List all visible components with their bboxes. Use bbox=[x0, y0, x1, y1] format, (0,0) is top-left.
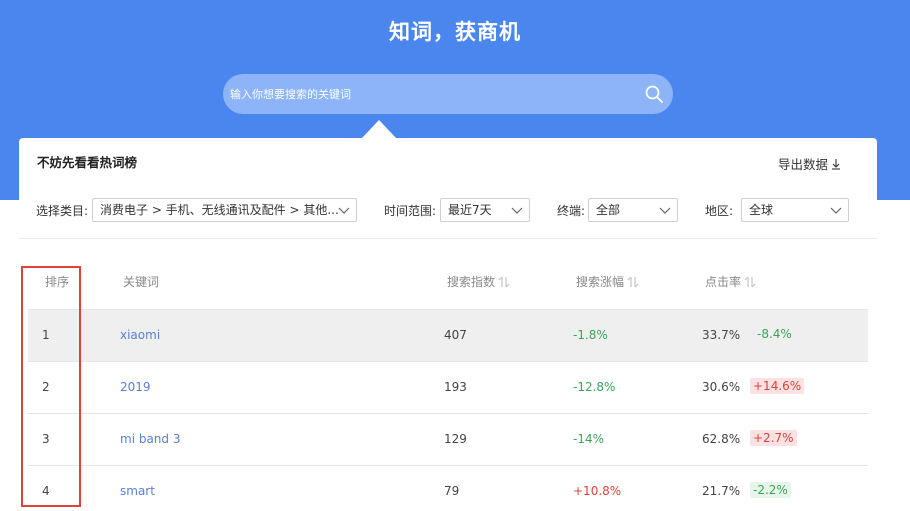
keyword-link[interactable]: smart bbox=[120, 484, 155, 498]
download-arrow-icon bbox=[832, 158, 841, 170]
search-icon[interactable] bbox=[644, 84, 664, 104]
search-index-cell: 79 bbox=[444, 484, 460, 498]
header-search-growth-label: 搜索涨幅 bbox=[576, 275, 625, 289]
ctr-change-badge: -2.2% bbox=[750, 482, 791, 498]
search-growth-cell: -14% bbox=[573, 432, 605, 446]
chevron-down-icon bbox=[830, 207, 842, 214]
ctr-change-badge: -8.4% bbox=[757, 327, 792, 341]
ctr-cell: 33.7% bbox=[702, 328, 741, 342]
time-range-label: 时间范围: bbox=[384, 204, 437, 218]
terminal-label: 终端: bbox=[557, 204, 586, 218]
keyword-link[interactable]: 2019 bbox=[120, 380, 151, 394]
search-index-cell: 193 bbox=[444, 380, 467, 394]
header-keyword-label: 关键词 bbox=[123, 275, 160, 289]
hero-title: 知词，获商机 bbox=[389, 20, 521, 44]
chevron-down-icon bbox=[338, 207, 350, 214]
search-growth-cell: -1.8% bbox=[573, 328, 608, 342]
search-bar[interactable] bbox=[223, 74, 673, 114]
table-row[interactable]: 3 mi band 3 129 -14% 62.8% +2.7% bbox=[28, 413, 868, 465]
search-index-cell: 129 bbox=[444, 432, 467, 446]
time-range-value: 最近7天 bbox=[448, 203, 492, 217]
region-select[interactable]: 全球 bbox=[741, 198, 849, 222]
time-range-select[interactable]: 最近7天 bbox=[440, 198, 530, 222]
ctr-cell: 21.7% bbox=[702, 484, 741, 498]
header-ctr[interactable]: 点击率 bbox=[705, 273, 756, 290]
chevron-down-icon bbox=[511, 207, 523, 214]
divider bbox=[19, 238, 877, 239]
terminal-select[interactable]: 全部 bbox=[588, 198, 678, 222]
table-row[interactable]: 4 smart 79 +10.8% 21.7% -2.2% bbox=[28, 465, 868, 511]
header-ctr-label: 点击率 bbox=[705, 275, 742, 289]
category-filter-label: 选择类目: bbox=[36, 204, 89, 218]
header-search-growth[interactable]: 搜索涨幅 bbox=[576, 273, 639, 290]
export-data-button[interactable]: 导出数据 bbox=[778, 154, 841, 173]
chevron-down-icon bbox=[659, 207, 671, 214]
ctr-cell: 30.6% bbox=[702, 380, 741, 394]
search-growth-cell: +10.8% bbox=[573, 484, 622, 498]
search-input[interactable] bbox=[230, 74, 630, 114]
keyword-link[interactable]: xiaomi bbox=[120, 328, 160, 342]
search-growth-cell: -12.8% bbox=[573, 380, 616, 394]
sort-icon[interactable] bbox=[627, 275, 639, 289]
panel-title: 不妨先看看热词榜 bbox=[37, 155, 138, 170]
header-keyword: 关键词 bbox=[123, 273, 159, 290]
ctr-change-badge: +2.7% bbox=[750, 430, 797, 446]
panel-pointer bbox=[362, 120, 396, 138]
search-index-cell: 407 bbox=[444, 328, 467, 342]
category-select[interactable]: 消费电子 > 手机、无线通讯及配件 > 其他... bbox=[92, 198, 357, 222]
region-label: 地区: bbox=[705, 204, 734, 218]
sort-icon[interactable] bbox=[744, 275, 756, 289]
export-label: 导出数据 bbox=[778, 157, 829, 172]
sort-icon[interactable] bbox=[498, 275, 510, 289]
category-select-value: 消费电子 > 手机、无线通讯及配件 > 其他... bbox=[100, 203, 339, 217]
keyword-link[interactable]: mi band 3 bbox=[120, 432, 180, 446]
ctr-cell: 62.8% bbox=[702, 432, 741, 446]
rank-column-highlight bbox=[21, 266, 81, 507]
header-search-index[interactable]: 搜索指数 bbox=[447, 273, 510, 290]
region-value: 全球 bbox=[749, 203, 774, 217]
header-search-index-label: 搜索指数 bbox=[447, 275, 496, 289]
table-row[interactable]: 1 xiaomi 407 -1.8% 33.7% -8.4% bbox=[28, 309, 868, 361]
ctr-change-badge: +14.6% bbox=[750, 378, 805, 394]
table-row[interactable]: 2 2019 193 -12.8% 30.6% +14.6% bbox=[28, 361, 868, 413]
terminal-value: 全部 bbox=[596, 203, 621, 217]
